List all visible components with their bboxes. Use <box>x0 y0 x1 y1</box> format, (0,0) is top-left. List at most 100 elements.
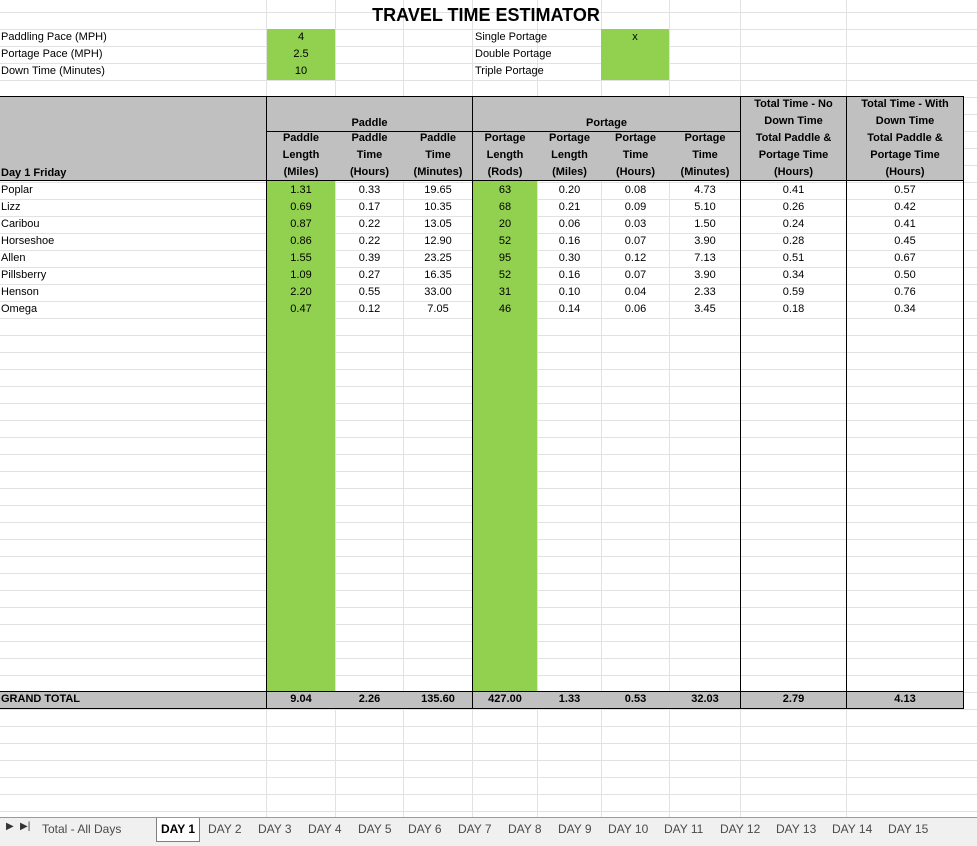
data-cell-ptm[interactable]: 5.10 <box>670 199 740 216</box>
triple-portage-input[interactable] <box>601 63 669 80</box>
double-portage-input[interactable] <box>601 46 669 63</box>
sheet-tab-day-10[interactable]: DAY 10 <box>602 818 654 840</box>
data-cell-tw[interactable]: 0.67 <box>847 250 963 267</box>
data-cell-pmi[interactable]: 0.30 <box>538 250 601 267</box>
data-cell-pl[interactable]: 0.86 <box>267 233 335 250</box>
data-cell-ph[interactable]: 0.22 <box>336 216 403 233</box>
sheet-tab-day-9[interactable]: DAY 9 <box>552 818 598 840</box>
sheet-tab-day-3[interactable]: DAY 3 <box>252 818 298 840</box>
data-cell-tn[interactable]: 0.28 <box>741 233 846 250</box>
lake-name-cell[interactable]: Henson <box>1 284 261 301</box>
data-cell-pl[interactable]: 0.47 <box>267 301 335 318</box>
data-cell-tn[interactable]: 0.51 <box>741 250 846 267</box>
data-cell-pl[interactable]: 2.20 <box>267 284 335 301</box>
sheet-tab-day-6[interactable]: DAY 6 <box>402 818 448 840</box>
sheet-tab-day-8[interactable]: DAY 8 <box>502 818 548 840</box>
data-cell-ptm[interactable]: 3.90 <box>670 233 740 250</box>
data-cell-ph[interactable]: 0.17 <box>336 199 403 216</box>
grand-total-pm[interactable]: 135.60 <box>404 691 472 708</box>
sheet-tab-day-2[interactable]: DAY 2 <box>202 818 248 840</box>
data-cell-pth[interactable]: 0.06 <box>602 301 669 318</box>
data-cell-ptm[interactable]: 4.73 <box>670 182 740 199</box>
data-cell-ptm[interactable]: 7.13 <box>670 250 740 267</box>
sheet-tab-day-4[interactable]: DAY 4 <box>302 818 348 840</box>
data-cell-pth[interactable]: 0.09 <box>602 199 669 216</box>
sheet-tab-day-1[interactable]: DAY 1 <box>156 818 201 842</box>
data-cell-pl[interactable]: 0.87 <box>267 216 335 233</box>
lake-name-cell[interactable]: Poplar <box>1 182 261 199</box>
sheet-tab-day-14[interactable]: DAY 14 <box>826 818 878 840</box>
data-cell-ptm[interactable]: 3.45 <box>670 301 740 318</box>
data-cell-pth[interactable]: 0.12 <box>602 250 669 267</box>
grand-total-ptm[interactable]: 32.03 <box>670 691 740 708</box>
data-cell-ph[interactable]: 0.22 <box>336 233 403 250</box>
lake-name-cell[interactable]: Omega <box>1 301 261 318</box>
spreadsheet-grid[interactable]: TRAVEL TIME ESTIMATOR Paddling Pace (MPH… <box>0 0 977 817</box>
down-time-input[interactable]: 10 <box>267 63 335 80</box>
data-cell-tw[interactable]: 0.50 <box>847 267 963 284</box>
sheet-tab-day-15[interactable]: DAY 15 <box>882 818 934 840</box>
lake-name-cell[interactable]: Caribou <box>1 216 261 233</box>
data-cell-ph[interactable]: 0.27 <box>336 267 403 284</box>
lake-name-cell[interactable]: Horseshoe <box>1 233 261 250</box>
data-cell-rods[interactable]: 63 <box>473 182 537 199</box>
portage-pace-input[interactable]: 2.5 <box>267 46 335 63</box>
data-cell-pm[interactable]: 13.05 <box>404 216 472 233</box>
single-portage-input[interactable]: x <box>601 29 669 46</box>
data-cell-tn[interactable]: 0.41 <box>741 182 846 199</box>
data-cell-ph[interactable]: 0.12 <box>336 301 403 318</box>
data-cell-pmi[interactable]: 0.06 <box>538 216 601 233</box>
sheet-tab-day-13[interactable]: DAY 13 <box>770 818 822 840</box>
data-cell-rods[interactable]: 52 <box>473 233 537 250</box>
grand-total-ph[interactable]: 2.26 <box>336 691 403 708</box>
data-cell-tw[interactable]: 0.57 <box>847 182 963 199</box>
data-cell-pmi[interactable]: 0.20 <box>538 182 601 199</box>
data-cell-rods[interactable]: 68 <box>473 199 537 216</box>
data-cell-pm[interactable]: 7.05 <box>404 301 472 318</box>
data-cell-rods[interactable]: 20 <box>473 216 537 233</box>
data-cell-pth[interactable]: 0.03 <box>602 216 669 233</box>
sheet-tab-day-11[interactable]: DAY 11 <box>658 818 709 840</box>
sheet-tab-total-all-days[interactable]: Total - All Days <box>36 818 127 840</box>
data-cell-pth[interactable]: 0.04 <box>602 284 669 301</box>
paddling-pace-input[interactable]: 4 <box>267 29 335 46</box>
data-cell-tw[interactable]: 0.42 <box>847 199 963 216</box>
data-cell-pm[interactable]: 19.65 <box>404 182 472 199</box>
data-cell-pl[interactable]: 1.55 <box>267 250 335 267</box>
data-cell-ph[interactable]: 0.33 <box>336 182 403 199</box>
lake-name-cell[interactable]: Pillsberry <box>1 267 261 284</box>
data-cell-pl[interactable]: 1.31 <box>267 182 335 199</box>
data-cell-tn[interactable]: 0.59 <box>741 284 846 301</box>
data-cell-tn[interactable]: 0.24 <box>741 216 846 233</box>
lake-name-cell[interactable]: Lizz <box>1 199 261 216</box>
data-cell-ptm[interactable]: 2.33 <box>670 284 740 301</box>
sheet-tab-day-12[interactable]: DAY 12 <box>714 818 766 840</box>
grand-total-tw[interactable]: 4.13 <box>847 691 963 708</box>
data-cell-tw[interactable]: 0.76 <box>847 284 963 301</box>
data-cell-rods[interactable]: 52 <box>473 267 537 284</box>
triangle-last-icon[interactable]: ▶| <box>20 821 30 832</box>
data-cell-pmi[interactable]: 0.16 <box>538 233 601 250</box>
data-cell-pmi[interactable]: 0.21 <box>538 199 601 216</box>
data-cell-pth[interactable]: 0.08 <box>602 182 669 199</box>
triangle-right-icon[interactable]: ▶ <box>6 821 14 832</box>
data-cell-pmi[interactable]: 0.16 <box>538 267 601 284</box>
data-cell-pl[interactable]: 1.09 <box>267 267 335 284</box>
data-cell-tn[interactable]: 0.26 <box>741 199 846 216</box>
grand-total-pl[interactable]: 9.04 <box>267 691 335 708</box>
data-cell-tn[interactable]: 0.34 <box>741 267 846 284</box>
data-cell-tw[interactable]: 0.45 <box>847 233 963 250</box>
data-cell-ptm[interactable]: 3.90 <box>670 267 740 284</box>
data-cell-rods[interactable]: 46 <box>473 301 537 318</box>
data-cell-pmi[interactable]: 0.10 <box>538 284 601 301</box>
grand-total-pmi[interactable]: 1.33 <box>538 691 601 708</box>
data-cell-ph[interactable]: 0.55 <box>336 284 403 301</box>
data-cell-pth[interactable]: 0.07 <box>602 267 669 284</box>
data-cell-ptm[interactable]: 1.50 <box>670 216 740 233</box>
sheet-tab-day-7[interactable]: DAY 7 <box>452 818 498 840</box>
data-cell-pth[interactable]: 0.07 <box>602 233 669 250</box>
data-cell-tn[interactable]: 0.18 <box>741 301 846 318</box>
data-cell-rods[interactable]: 95 <box>473 250 537 267</box>
data-cell-tw[interactable]: 0.34 <box>847 301 963 318</box>
data-cell-pm[interactable]: 10.35 <box>404 199 472 216</box>
